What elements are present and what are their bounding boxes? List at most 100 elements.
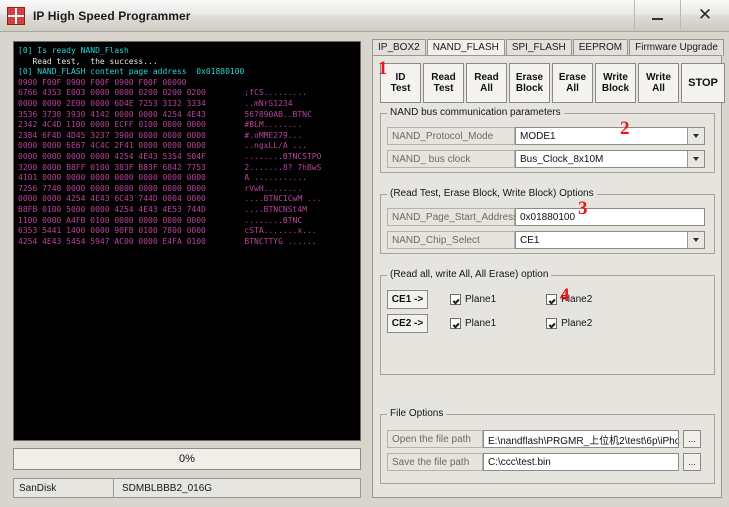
write-block-label-line2: Block xyxy=(601,83,630,94)
console-line: 4254 4E43 5454 5947 AC00 0000 E4FA 0100 … xyxy=(18,236,317,246)
protocol-mode-value: MODE1 xyxy=(520,130,556,142)
open-file-browse-button[interactable]: ... xyxy=(683,430,701,448)
protocol-mode-label: NAND_Protocol_Mode xyxy=(387,127,515,145)
read-test-label-line2: Test xyxy=(433,83,454,94)
page-start-address-row: NAND_Page_Start_Address 0x01880100 xyxy=(387,208,705,226)
erase-block-label-line2: Block xyxy=(515,83,544,94)
console-line: 0900 F00F 0900 F00F 0900 F00F 00000 xyxy=(18,77,187,87)
chevron-down-icon[interactable] xyxy=(687,128,704,144)
console-line: 7256 7748 0000 0000 0000 0000 0000 0000 … xyxy=(18,183,303,193)
console-line: Read test, the success... xyxy=(18,56,158,66)
chevron-down-icon[interactable] xyxy=(687,232,704,248)
ce2-button[interactable]: CE2 -> xyxy=(387,314,428,333)
protocol-mode-combo[interactable]: MODE1 xyxy=(515,127,705,145)
save-file-path-input[interactable]: C:\ccc\test.bin xyxy=(483,453,679,471)
annotation-3: 3 xyxy=(578,198,588,219)
bus-clock-value: Bus_Clock_8x10M xyxy=(520,153,604,165)
ce1-plane1-label: Plane1 xyxy=(465,294,497,305)
ce-row-2: CE2 -> Plane1 Plane2 xyxy=(387,314,592,333)
read-test-button[interactable]: Read Test xyxy=(423,63,464,103)
bus-clock-row: NAND_ bus clock Bus_Clock_8x10M xyxy=(387,150,705,168)
application-window: IP High Speed Programmer ✕ [0] Is ready … xyxy=(0,0,729,507)
action-toolbar: ID Test Read Test Read All Erase Block Erase All W… xyxy=(380,63,725,103)
write-all-label-line1: Write xyxy=(646,72,671,83)
bus-params-group: NAND bus communication parameters NAND_P… xyxy=(380,107,715,173)
console-line: 4101 0000 0000 0000 0000 0000 0000 0000 … xyxy=(18,173,307,183)
console-line: [0] Is ready NAND_Flash xyxy=(18,46,129,55)
console-line: B8FB 0100 5000 0000 4254 4E43 4E53 744D … xyxy=(18,204,307,214)
checkbox-icon xyxy=(450,294,461,305)
open-file-path-label: Open the file path xyxy=(387,430,483,448)
title-bar: IP High Speed Programmer ✕ xyxy=(0,0,729,32)
tab-page-nand-flash: ID Test Read Test Read All Erase Block Erase All W… xyxy=(372,55,725,498)
tab-firmware-upgrade[interactable]: Firmware Upgrade xyxy=(629,39,724,56)
annotation-1: 1 xyxy=(378,58,388,79)
status-bar: SanDisk SDMBLBBB2_016G xyxy=(13,478,361,498)
console-line: 6766 4353 E003 0000 0000 0200 0200 0200 … xyxy=(18,88,307,98)
annotation-4: 4 xyxy=(560,285,570,306)
read-test-label-line1: Read xyxy=(431,72,456,83)
console-line: 1100 0000 A4FB 0100 0000 0000 0000 0000 … xyxy=(18,215,303,225)
chevron-down-icon[interactable] xyxy=(687,151,704,167)
log-console[interactable]: [0] Is ready NAND_Flash Read test, the s… xyxy=(13,41,361,441)
stop-button[interactable]: STOP xyxy=(681,63,725,103)
minimize-button[interactable] xyxy=(634,0,680,30)
read-test-options-group-label: (Read Test, Erase Block, Write Block) Op… xyxy=(387,188,597,199)
annotation-2: 2 xyxy=(620,118,630,139)
tab-nand-flash[interactable]: NAND_FLASH xyxy=(426,39,505,56)
tab-spi-flash[interactable]: SPI_FLASH xyxy=(505,39,572,56)
ce2-plane2-label: Plane2 xyxy=(561,318,593,329)
erase-all-label-line2: All xyxy=(566,83,579,94)
open-file-path-row: Open the file path E:\nandflash\PRGMR_上位… xyxy=(387,430,701,448)
console-line: 0000 0000 6E67 4C4C 2F41 0000 0000 0000 … xyxy=(18,141,307,151)
write-all-button[interactable]: Write All xyxy=(638,63,679,103)
write-block-label-line1: Write xyxy=(603,72,628,83)
page-start-address-label: NAND_Page_Start_Address xyxy=(387,208,518,226)
chip-select-combo[interactable]: CE1 xyxy=(515,231,705,249)
console-line: 0000 0000 0000 0000 4254 4E43 5354 504F … xyxy=(18,151,322,161)
checkbox-icon xyxy=(450,318,461,329)
console-line: 0000 0000 2E00 0000 6D4E 7253 3132 3334 … xyxy=(18,98,293,108)
save-file-browse-button[interactable]: ... xyxy=(683,453,701,471)
ce1-button[interactable]: CE1 -> xyxy=(387,290,428,309)
progress-percent-label: 0% xyxy=(179,453,195,465)
file-options-group-label: File Options xyxy=(387,408,447,419)
checkbox-icon xyxy=(546,294,558,305)
tab-eeprom[interactable]: EEPROM xyxy=(572,39,629,56)
write-block-button[interactable]: Write Block xyxy=(595,63,636,103)
stop-label-line1: STOP xyxy=(688,76,718,89)
protocol-mode-row: NAND_Protocol_Mode MODE1 xyxy=(387,127,705,145)
save-file-path-row: Save the file path C:\ccc\test.bin ... xyxy=(387,453,701,471)
file-options-group: File Options Open the file path E:\nandf… xyxy=(380,408,715,484)
ce2-plane2-checkbox[interactable]: Plane2 xyxy=(546,318,592,329)
all-options-group-label: (Read all, write All, All Erase) option xyxy=(387,269,552,280)
chip-select-value: CE1 xyxy=(520,234,540,246)
erase-all-label-line1: Erase xyxy=(558,72,587,83)
ce2-plane1-label: Plane1 xyxy=(465,318,497,329)
ce1-plane1-checkbox[interactable]: Plane1 xyxy=(450,294,496,305)
write-all-label-line2: All xyxy=(652,83,665,94)
read-all-label-line2: All xyxy=(480,83,493,94)
progress-bar: 0% xyxy=(13,448,361,470)
status-part-number: SDMBLBBB2_016G xyxy=(122,482,213,494)
left-panel: [0] Is ready NAND_Flash Read test, the s… xyxy=(9,38,367,498)
id-test-label-line2: Test xyxy=(390,83,411,94)
tab-ip-box2[interactable]: IP_BOX2 xyxy=(372,39,426,56)
bus-clock-combo[interactable]: Bus_Clock_8x10M xyxy=(515,150,705,168)
console-line: 2342 4C4D 1100 0000 ECFF 0100 0000 0000 … xyxy=(18,120,303,130)
erase-block-button[interactable]: Erase Block xyxy=(509,63,550,103)
ce2-plane1-checkbox[interactable]: Plane1 xyxy=(450,318,496,329)
checkbox-icon xyxy=(546,318,558,329)
erase-block-label-line1: Erase xyxy=(515,72,544,83)
erase-all-button[interactable]: Erase All xyxy=(552,63,593,103)
window-controls: ✕ xyxy=(634,0,729,31)
open-file-path-input[interactable]: E:\nandflash\PRGMR_上位机2\test\6p\iPhone6 xyxy=(483,430,679,448)
console-line: 6353 5441 1400 0000 90FB 0100 7800 0000 … xyxy=(18,226,317,236)
close-button[interactable]: ✕ xyxy=(680,0,729,30)
read-all-button[interactable]: Read All xyxy=(466,63,507,103)
app-icon xyxy=(7,6,25,25)
page-start-address-input[interactable]: 0x01880100 xyxy=(515,208,705,226)
tab-strip: IP_BOX2 NAND_FLASH SPI_FLASH EEPROM Firmware… xyxy=(372,38,724,56)
read-test-options-group: (Read Test, Erase Block, Write Block) Op… xyxy=(380,188,715,254)
console-line: 3200 0000 B8FF 0100 383F B83F 6842 7753 … xyxy=(18,162,322,172)
